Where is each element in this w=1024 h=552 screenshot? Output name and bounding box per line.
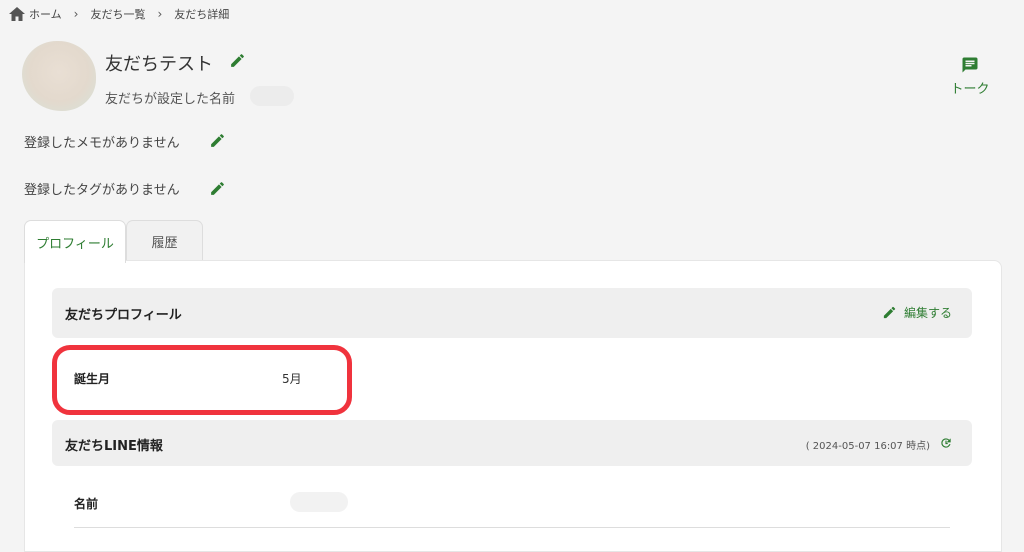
tab-profile[interactable]: プロフィール	[24, 220, 126, 263]
memo-empty-text: 登録したメモがありません	[24, 136, 180, 151]
breadcrumb: ホーム › 友だち一覧 › 友だち詳細	[9, 6, 229, 22]
line-name-value	[290, 492, 348, 512]
breadcrumb-home-label: ホーム	[29, 8, 62, 21]
edit-memo-button[interactable]	[209, 132, 226, 153]
avatar	[22, 41, 96, 111]
chat-icon	[962, 57, 978, 73]
talk-label: トーク	[950, 82, 990, 97]
breadcrumb-friend-list[interactable]: 友だち一覧	[90, 6, 145, 22]
pencil-icon	[211, 134, 224, 147]
line-name-label: 名前	[74, 497, 99, 511]
edit-profile-button[interactable]: 編集する	[882, 304, 952, 321]
line-info-section-title: 友だちLINE情報	[65, 439, 163, 454]
divider	[74, 527, 950, 528]
custom-name-value	[250, 86, 294, 106]
home-icon	[9, 7, 25, 21]
refresh-icon	[941, 438, 951, 448]
line-info-timestamp: ( 2024-05-07 16:07 時点)	[805, 441, 930, 452]
talk-button[interactable]: トーク	[948, 56, 992, 97]
friend-name: 友だちテスト	[105, 54, 213, 75]
tab-history[interactable]: 履歴	[126, 220, 203, 261]
pencil-icon	[231, 54, 244, 67]
edit-tag-button[interactable]	[209, 180, 226, 201]
pencil-icon	[883, 306, 896, 319]
pencil-icon	[211, 182, 224, 195]
edit-name-button[interactable]	[229, 52, 246, 73]
chevron-right-icon: ›	[157, 7, 163, 21]
profile-section-title: 友だちプロフィール	[65, 308, 182, 323]
edit-profile-label: 編集する	[903, 306, 952, 320]
custom-name-label: 友だちが設定した名前	[105, 92, 236, 107]
breadcrumb-home[interactable]: ホーム	[9, 6, 62, 22]
refresh-button[interactable]	[939, 435, 953, 454]
chevron-right-icon: ›	[73, 7, 79, 21]
highlight-box	[52, 345, 352, 415]
breadcrumb-current: 友だち詳細	[174, 8, 230, 21]
profile-section-header: 友だちプロフィール 編集する	[52, 288, 972, 338]
tag-empty-text: 登録したタグがありません	[24, 183, 180, 198]
line-info-section-header: 友だちLINE情報 ( 2024-05-07 16:07 時点)	[52, 420, 972, 466]
